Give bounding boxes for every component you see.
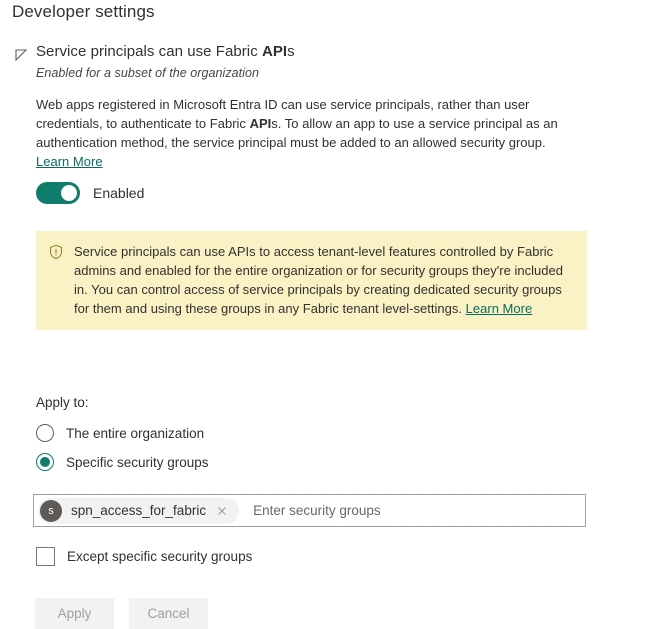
learn-more-link-description[interactable]: Learn More (36, 154, 103, 169)
learn-more-link-warning[interactable]: Learn More (466, 301, 533, 316)
radio-entire-organization-control[interactable] (36, 424, 54, 442)
setting-title-prefix: Service principals can use Fabric (36, 43, 262, 60)
setting-block: Service principals can use Fabric APIs E… (0, 42, 665, 629)
security-group-chip[interactable]: s spn_access_for_fabric (38, 497, 240, 524)
security-groups-text-field[interactable] (251, 502, 585, 519)
setting-header: Service principals can use Fabric APIs E… (0, 42, 665, 82)
apply-to-label: Apply to: (36, 395, 89, 410)
page-title: Developer settings (12, 2, 155, 21)
triangle-collapse-icon[interactable] (14, 48, 28, 62)
except-security-groups-checkbox[interactable] (36, 547, 55, 566)
avatar: s (40, 499, 62, 522)
apply-button[interactable]: Apply (35, 598, 114, 629)
enabled-toggle-row: Enabled (36, 182, 144, 204)
enabled-toggle[interactable] (36, 182, 80, 204)
except-security-groups-checkbox-row[interactable]: Except specific security groups (36, 547, 252, 566)
security-groups-input[interactable]: s spn_access_for_fabric (33, 494, 586, 527)
setting-subtitle: Enabled for a subset of the organization (36, 66, 259, 80)
warning-banner: Service principals can use APIs to acces… (36, 231, 587, 330)
action-buttons: Apply Cancel (35, 598, 208, 629)
setting-title: Service principals can use Fabric APIs (36, 42, 665, 62)
radio-entire-organization-label: The entire organization (66, 425, 205, 441)
toggle-knob (61, 185, 77, 201)
setting-title-bold: API (261, 43, 288, 60)
radio-entire-organization[interactable]: The entire organization (36, 424, 204, 442)
enabled-toggle-label: Enabled (93, 185, 145, 201)
close-icon[interactable] (213, 502, 231, 520)
description-bold: API (249, 116, 272, 131)
security-group-chip-label: spn_access_for_fabric (71, 503, 207, 518)
shield-alert-icon (48, 244, 64, 260)
setting-title-suffix: s (287, 43, 295, 60)
radio-specific-security-groups[interactable]: Specific security groups (36, 453, 209, 471)
radio-specific-security-groups-control[interactable] (36, 453, 54, 471)
except-security-groups-label: Except specific security groups (67, 549, 253, 564)
setting-description: Web apps registered in Microsoft Entra I… (36, 95, 577, 171)
warning-text: Service principals can use APIs to acces… (74, 242, 575, 318)
cancel-button[interactable]: Cancel (129, 598, 208, 629)
radio-specific-security-groups-label: Specific security groups (66, 454, 209, 470)
